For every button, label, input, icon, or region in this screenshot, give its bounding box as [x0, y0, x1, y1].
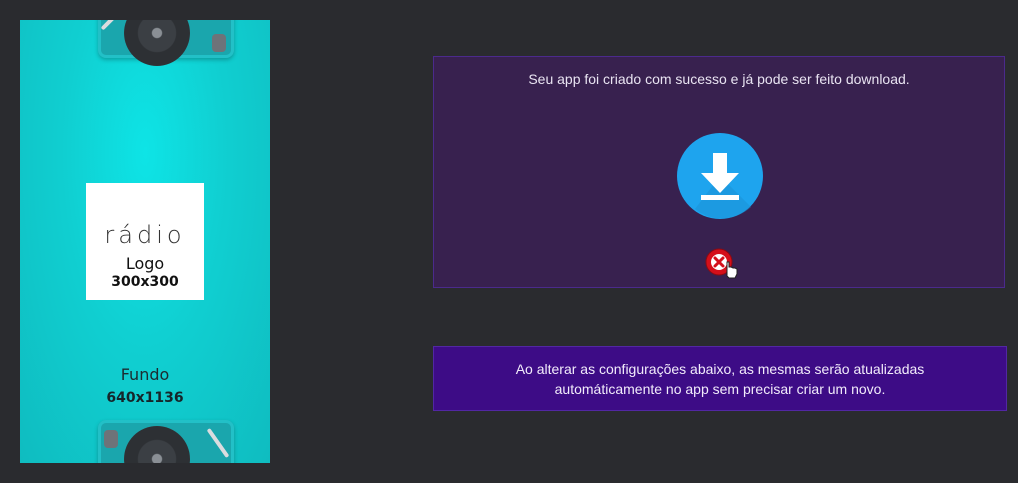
download-icon	[695, 153, 751, 219]
turntable-platter	[124, 20, 190, 66]
logo-label: Logo	[125, 254, 165, 273]
background-size: 640x1136	[106, 390, 184, 406]
logo-size: 300x300	[111, 274, 179, 290]
turntable-image-top	[98, 20, 234, 66]
download-button[interactable]	[677, 133, 763, 219]
logo-placeholder[interactable]: rádio Logo 300x300	[86, 183, 204, 300]
info-message: Ao alterar as configurações abaixo, as m…	[515, 360, 925, 397]
close-icon	[705, 248, 738, 279]
cancel-button[interactable]	[705, 248, 738, 279]
turntable-knob	[212, 34, 226, 52]
logo-brand-text: rádio	[104, 221, 186, 249]
success-panel: Seu app foi criado com sucesso e já pode…	[433, 56, 1005, 288]
app-page: rádio Logo 300x300 Fundo 640x1136 Seu ap…	[0, 0, 1018, 483]
info-panel: Ao alterar as configurações abaixo, as m…	[433, 346, 1007, 411]
turntable-image-bottom	[98, 420, 234, 463]
background-label: Fundo	[120, 365, 170, 384]
app-preview: rádio Logo 300x300 Fundo 640x1136	[20, 20, 270, 463]
success-message: Seu app foi criado com sucesso e já pode…	[528, 71, 910, 87]
turntable-arm	[206, 427, 230, 459]
turntable-knob	[104, 430, 118, 448]
turntable-platter	[124, 426, 190, 463]
